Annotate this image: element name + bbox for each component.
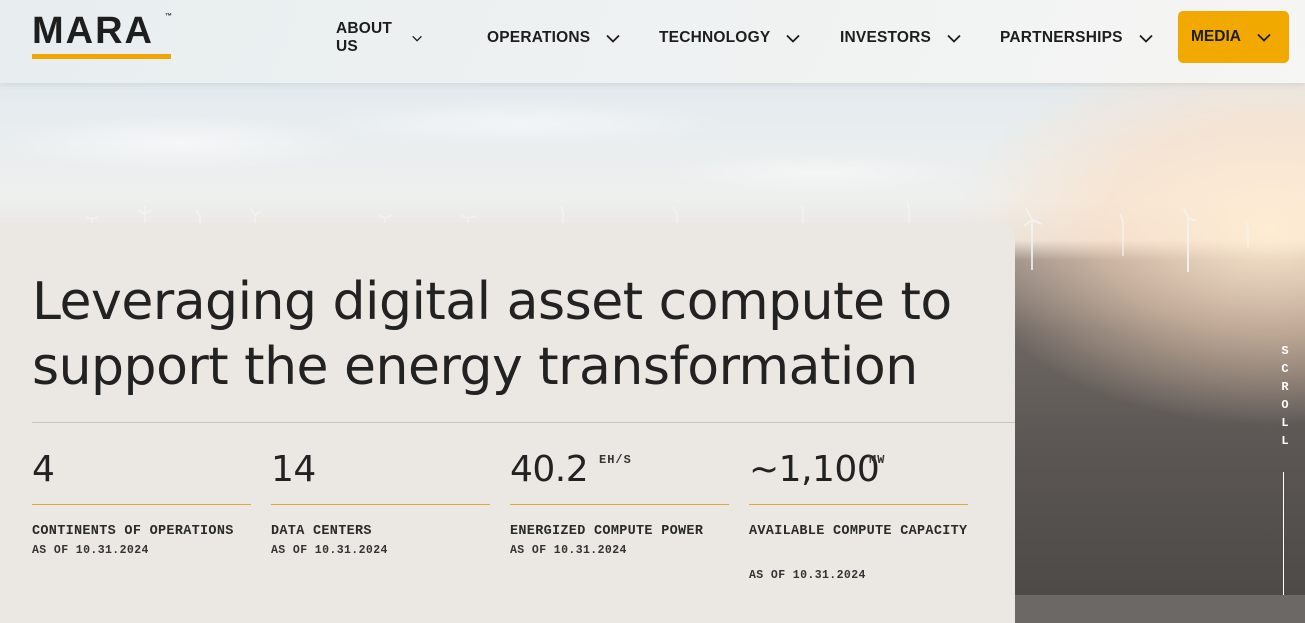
media-button-label: MEDIA xyxy=(1191,28,1241,45)
stat-rule xyxy=(32,504,251,505)
chevron-down-icon xyxy=(947,34,961,43)
nav-item-label: OPERATIONS xyxy=(487,29,591,46)
chevron-down-icon xyxy=(606,34,620,43)
site-header: MARA ™ ABOUT US OPERATIONS TECHNOLOGY IN… xyxy=(0,0,1305,83)
stat-unit: EH/S xyxy=(599,453,632,467)
logo-underline xyxy=(32,54,171,59)
stat-label: DATA CENTERS xyxy=(271,524,372,539)
stat-rule xyxy=(749,504,968,505)
nav-item-label: PARTNERSHIPS xyxy=(1000,29,1123,46)
nav-item-partnerships[interactable]: PARTNERSHIPS xyxy=(1000,24,1153,52)
stat-date: AS OF 10.31.2024 xyxy=(32,544,149,557)
hero-headline: Leveraging digital asset compute to supp… xyxy=(32,272,952,397)
nav-item-investors[interactable]: INVESTORS xyxy=(840,24,961,52)
nav-item-technology[interactable]: TECHNOLOGY xyxy=(659,24,801,52)
headline-divider xyxy=(32,422,1015,423)
chevron-down-icon xyxy=(1257,33,1271,42)
media-button[interactable]: MEDIA xyxy=(1178,11,1289,63)
stat-label: CONTINENTS OF OPERATIONS xyxy=(32,524,234,539)
scroll-indicator-line xyxy=(1283,472,1284,595)
stat-value: 14 xyxy=(271,449,316,490)
stat-rule xyxy=(510,504,729,505)
stat-value: 4 xyxy=(32,449,55,490)
stat-compute-capacity: ~1,100 MW AVAILABLE COMPUTE CAPACITY AS … xyxy=(749,445,968,582)
stat-rule xyxy=(271,504,490,505)
stat-compute-power: 40.2 EH/S ENERGIZED COMPUTE POWER AS OF … xyxy=(510,445,729,557)
chevron-down-icon xyxy=(1139,34,1153,43)
stat-date: AS OF 10.31.2024 xyxy=(271,544,388,557)
nav-item-operations[interactable]: OPERATIONS xyxy=(487,24,620,52)
stat-date: AS OF 10.31.2024 xyxy=(510,544,627,557)
trademark-symbol: ™ xyxy=(165,13,172,20)
stat-label: AVAILABLE COMPUTE CAPACITY xyxy=(749,524,968,539)
mara-logo[interactable]: MARA ™ xyxy=(32,10,174,60)
nav-item-label: INVESTORS xyxy=(840,29,932,46)
logo-wordmark: MARA xyxy=(32,10,154,52)
stat-date: AS OF 10.31.2024 xyxy=(749,569,866,582)
scroll-indicator-label[interactable]: SCROLL xyxy=(1279,342,1291,450)
stat-data-centers: 14 DATA CENTERS AS OF 10.31.2024 xyxy=(271,445,490,557)
stat-continents: 4 CONTINENTS OF OPERATIONS AS OF 10.31.2… xyxy=(32,445,251,557)
chevron-down-icon xyxy=(412,35,422,42)
nav-item-label: TECHNOLOGY xyxy=(659,29,771,46)
chevron-down-icon xyxy=(786,34,801,43)
stat-value: 40.2 xyxy=(510,449,589,490)
stat-label: ENERGIZED COMPUTE POWER xyxy=(510,524,704,539)
stat-unit: MW xyxy=(869,453,886,467)
nav-item-about-us[interactable]: ABOUT US xyxy=(336,20,422,55)
nav-item-label: ABOUT US xyxy=(336,20,393,55)
stat-value: ~1,100 xyxy=(749,449,880,490)
